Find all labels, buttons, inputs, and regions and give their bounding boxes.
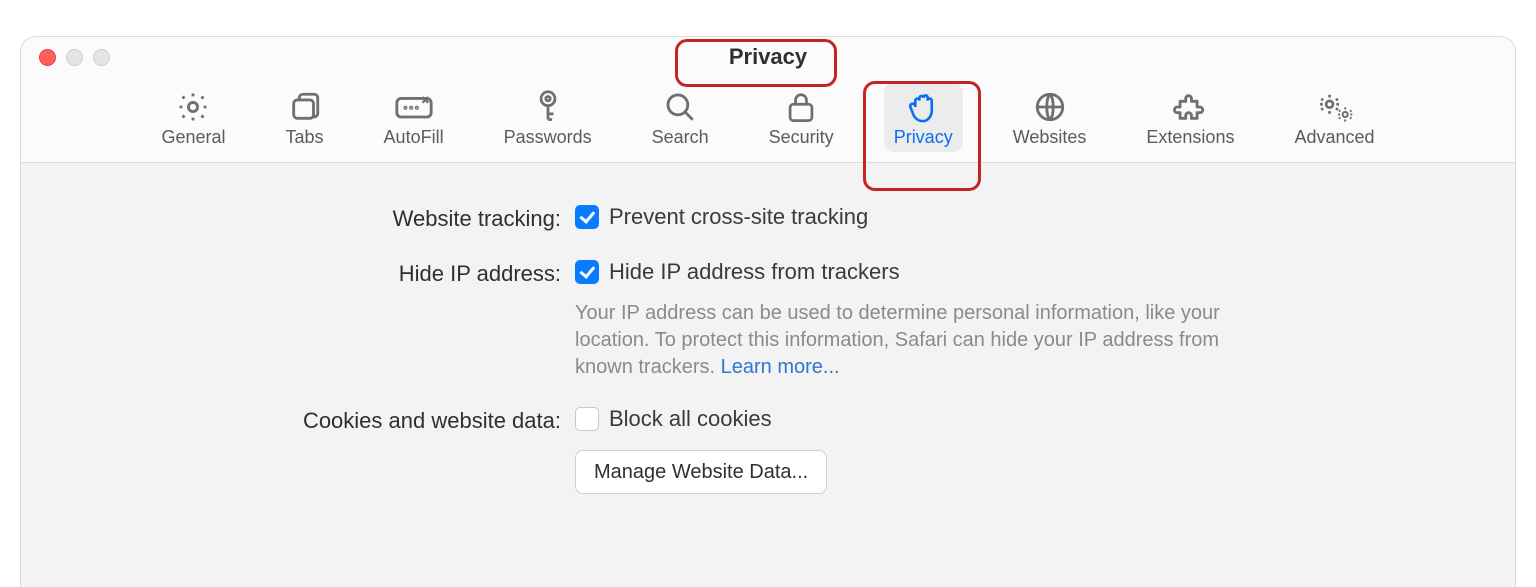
search-icon <box>663 89 697 125</box>
hand-icon <box>907 89 939 125</box>
checkbox-label: Prevent cross-site tracking <box>609 203 868 232</box>
row-cookies: Cookies and website data: Block all cook… <box>81 405 1455 494</box>
tab-label: Advanced <box>1294 127 1374 148</box>
tab-label: Search <box>652 127 709 148</box>
label-cookies: Cookies and website data: <box>81 405 575 436</box>
tab-advanced[interactable]: Advanced <box>1284 83 1384 152</box>
checkbox-label: Hide IP address from trackers <box>609 258 900 287</box>
tab-passwords[interactable]: Passwords <box>494 83 602 152</box>
tab-label: Privacy <box>894 127 953 148</box>
tab-label: Security <box>769 127 834 148</box>
preferences-window: Privacy General Tabs AutoFil <box>20 36 1516 587</box>
key-icon <box>533 89 563 125</box>
tab-websites[interactable]: Websites <box>1003 83 1097 152</box>
row-hide-ip: Hide IP address: Hide IP address from tr… <box>81 258 1455 382</box>
globe-icon <box>1033 89 1067 125</box>
label-website-tracking: Website tracking: <box>81 203 575 234</box>
tab-label: Passwords <box>504 127 592 148</box>
tab-label: Extensions <box>1146 127 1234 148</box>
tab-label: Tabs <box>286 127 324 148</box>
gear-icon <box>176 89 210 125</box>
tab-label: General <box>161 127 225 148</box>
gears-icon <box>1316 89 1354 125</box>
checkbox-block-all-cookies[interactable] <box>575 407 599 431</box>
window-title: Privacy <box>729 44 807 70</box>
tab-security[interactable]: Security <box>759 83 844 152</box>
label-hide-ip: Hide IP address: <box>81 258 575 289</box>
checkbox-hide-ip-from-trackers[interactable] <box>575 260 599 284</box>
tab-tabs[interactable]: Tabs <box>276 83 334 152</box>
tab-label: Websites <box>1013 127 1087 148</box>
tab-autofill[interactable]: AutoFill <box>374 83 454 152</box>
tabs-icon <box>288 89 322 125</box>
tab-general[interactable]: General <box>151 83 235 152</box>
puzzle-icon <box>1173 89 1207 125</box>
preferences-toolbar: General Tabs AutoFill Passwords <box>21 77 1515 163</box>
autofill-icon <box>394 89 434 125</box>
privacy-pane: Website tracking: Prevent cross-site tra… <box>21 163 1515 494</box>
lock-icon <box>786 89 816 125</box>
tab-privacy[interactable]: Privacy <box>884 83 963 152</box>
row-website-tracking: Website tracking: Prevent cross-site tra… <box>81 203 1455 234</box>
titlebar: Privacy <box>21 37 1515 77</box>
checkbox-prevent-cross-site-tracking[interactable] <box>575 205 599 229</box>
checkbox-label: Block all cookies <box>609 405 772 434</box>
tab-extensions[interactable]: Extensions <box>1136 83 1244 152</box>
manage-website-data-button[interactable]: Manage Website Data... <box>575 450 827 494</box>
learn-more-link[interactable]: Learn more... <box>721 356 840 378</box>
help-text-hide-ip: Your IP address can be used to determine… <box>575 300 1275 381</box>
tab-search[interactable]: Search <box>642 83 719 152</box>
tab-label: AutoFill <box>384 127 444 148</box>
